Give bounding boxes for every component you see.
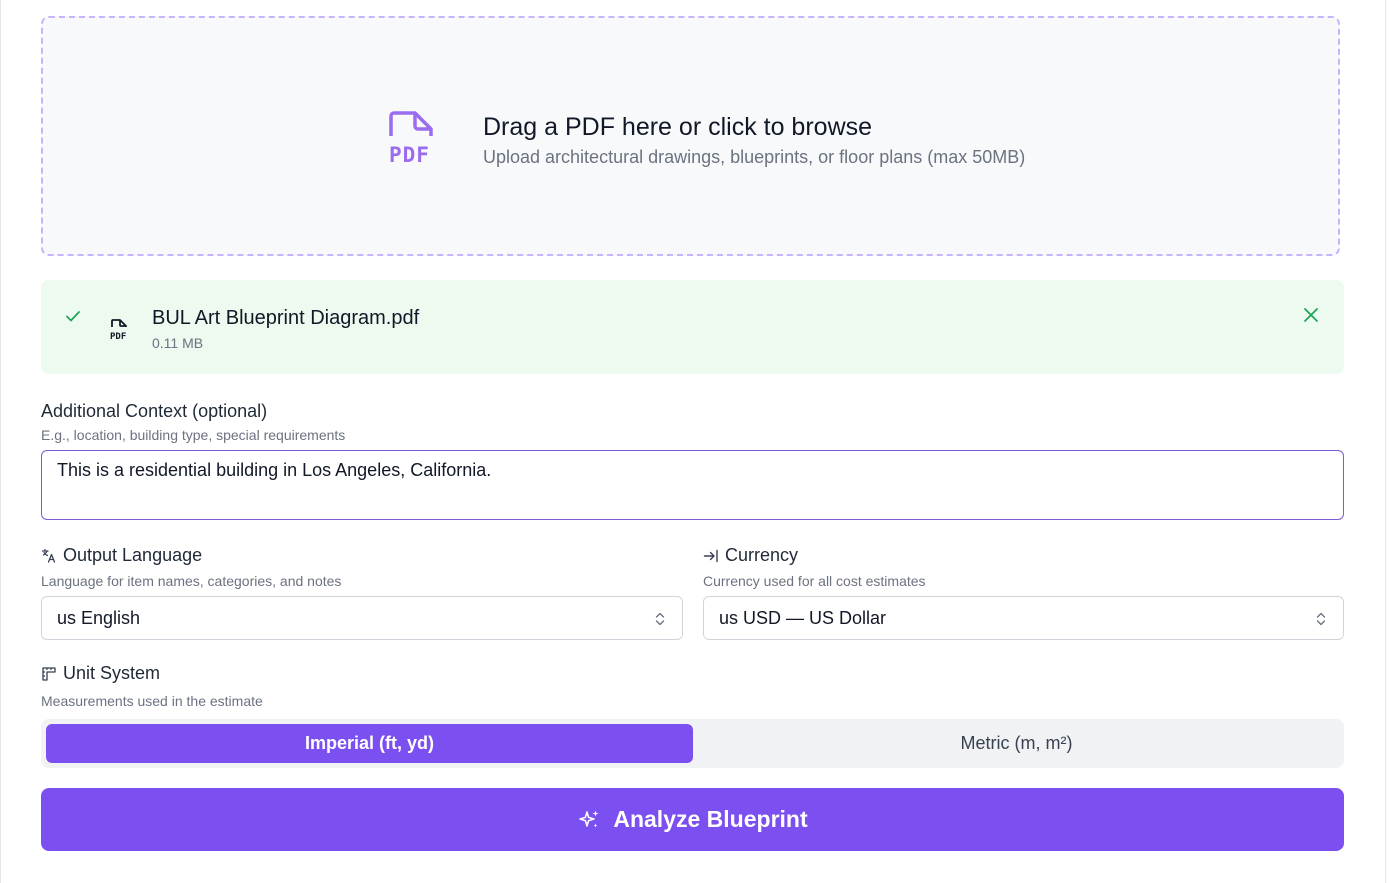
analyze-button-label: Analyze Blueprint <box>613 806 808 832</box>
unit-system-hint: Measurements used in the estimate <box>41 693 263 709</box>
pdf-file-icon: PDF <box>110 319 127 340</box>
currency-hint: Currency used for all cost estimates <box>703 573 926 589</box>
pdf-file-icon: PDF <box>389 111 433 166</box>
output-language-hint: Language for item names, categories, and… <box>41 573 342 589</box>
arrow-right-to-line-icon <box>703 549 718 562</box>
unit-system-toggle: Imperial (ft, yd) Metric (m, m²) <box>41 719 1344 768</box>
uploaded-file-card: PDF BUL Art Blueprint Diagram.pdf 0.11 M… <box>41 280 1344 374</box>
unit-system-label: Unit System <box>41 663 160 684</box>
currency-value: us USD — US Dollar <box>719 608 887 628</box>
page-left-border <box>0 0 1 883</box>
file-size: 0.11 MB <box>152 335 204 351</box>
output-language-label: Output Language <box>41 545 202 566</box>
page-right-border <box>1385 0 1386 883</box>
output-language-select[interactable]: us English <box>41 596 683 640</box>
ruler-icon <box>42 666 56 681</box>
chevron-up-down-icon <box>1316 612 1326 626</box>
chevron-up-down-icon <box>655 612 665 626</box>
output-language-label-text: Output Language <box>63 545 203 565</box>
close-icon[interactable] <box>1302 306 1320 324</box>
currency-label-text: Currency <box>725 545 799 565</box>
output-language-value: us English <box>57 608 141 628</box>
file-name: BUL Art Blueprint Diagram.pdf <box>152 307 420 329</box>
dropzone-title: Drag a PDF here or click to browse <box>483 113 873 141</box>
currency-select[interactable]: us USD — US Dollar <box>703 596 1344 640</box>
currency-label: Currency <box>703 545 798 566</box>
svg-text:PDF: PDF <box>389 143 430 166</box>
sparkles-icon <box>579 810 599 827</box>
unit-system-label-text: Unit System <box>63 663 161 683</box>
context-textarea[interactable]: This is a residential building in Los An… <box>41 450 1344 520</box>
analyze-blueprint-button[interactable]: Analyze Blueprint <box>41 788 1344 851</box>
dropzone-subtitle: Upload architectural drawings, blueprint… <box>483 147 1026 167</box>
pdf-dropzone[interactable]: PDF Drag a PDF here or click to browse U… <box>41 16 1340 256</box>
svg-text:PDF: PDF <box>110 332 126 340</box>
unit-imperial-button[interactable]: Imperial (ft, yd) <box>46 724 693 763</box>
context-hint: E.g., location, building type, special r… <box>41 427 346 443</box>
unit-metric-button[interactable]: Metric (m, m²) <box>693 724 1340 763</box>
translate-icon <box>41 548 56 563</box>
check-icon <box>66 311 80 322</box>
context-label: Additional Context (optional) <box>41 401 268 421</box>
